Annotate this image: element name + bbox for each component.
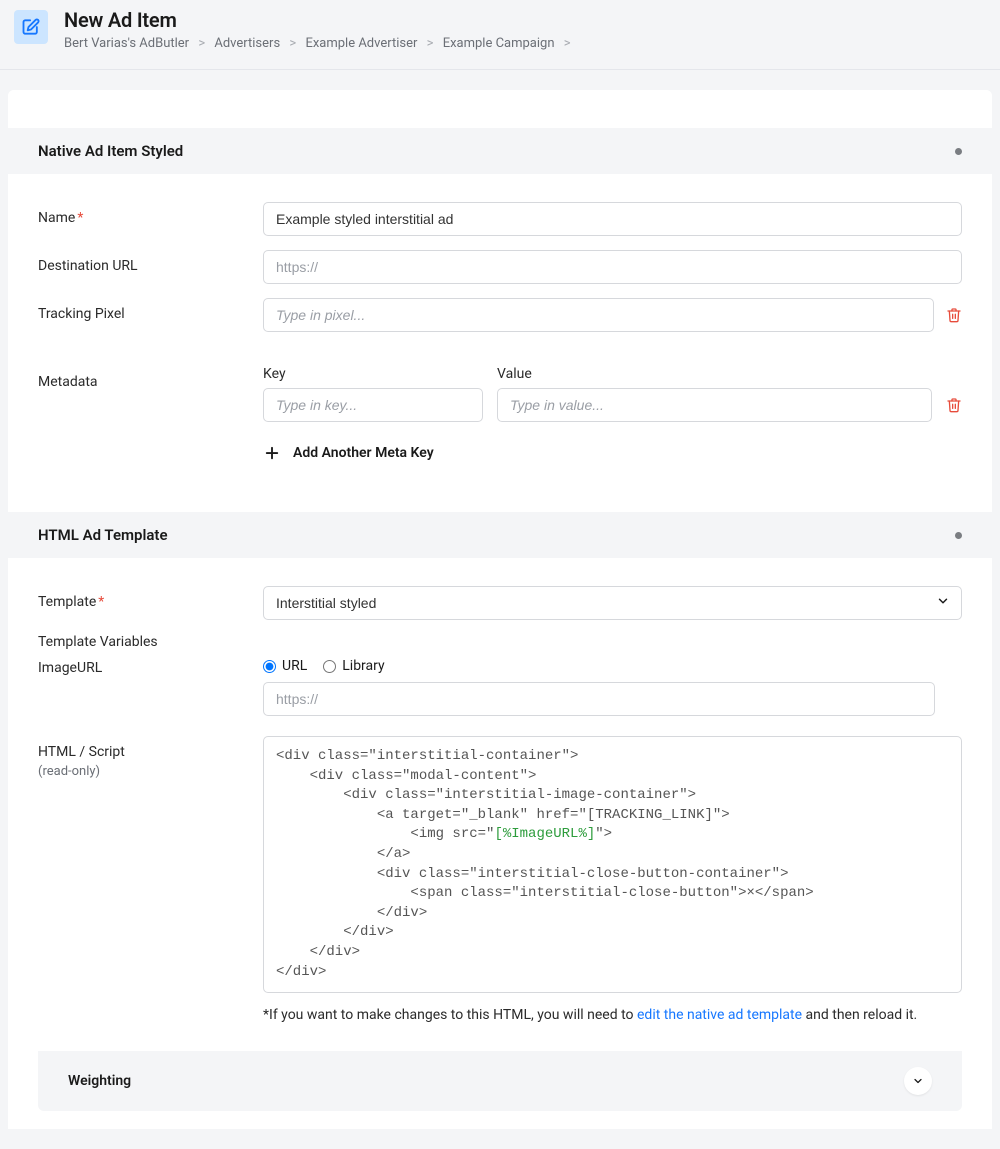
metadata-value-input[interactable] bbox=[497, 388, 932, 422]
section-title: Weighting bbox=[68, 1073, 131, 1089]
section-body-native: Name* Destination URL Tracking Pixel bbox=[8, 174, 992, 512]
destination-url-input[interactable] bbox=[263, 250, 962, 284]
code-highlight: [%ImageURL%] bbox=[494, 826, 595, 842]
add-meta-button[interactable]: Add Another Meta Key bbox=[263, 444, 434, 462]
chevron-right-icon: > bbox=[427, 36, 434, 51]
chevron-right-icon: > bbox=[198, 36, 205, 51]
required-indicator: * bbox=[77, 210, 83, 226]
status-dot-icon bbox=[955, 532, 962, 539]
section-title: HTML Ad Template bbox=[38, 526, 168, 544]
status-dot-icon bbox=[955, 148, 962, 155]
breadcrumb: Bert Varias's AdButler > Advertisers > E… bbox=[64, 36, 577, 51]
page-header: New Ad Item Bert Varias's AdButler > Adv… bbox=[0, 0, 1000, 70]
section-title: Native Ad Item Styled bbox=[38, 142, 183, 160]
breadcrumb-item[interactable]: Bert Varias's AdButler bbox=[64, 36, 189, 51]
required-indicator: * bbox=[98, 594, 104, 610]
trash-icon[interactable] bbox=[946, 307, 962, 323]
breadcrumb-item[interactable]: Example Advertiser bbox=[305, 36, 417, 51]
imageurl-input[interactable] bbox=[263, 682, 935, 716]
page-title: New Ad Item bbox=[64, 8, 577, 32]
imageurl-label: ImageURL bbox=[38, 658, 263, 676]
template-select[interactable] bbox=[263, 586, 962, 620]
imageurl-radio-url[interactable] bbox=[263, 660, 276, 673]
html-code-readonly: <div class="interstitial-container"> <di… bbox=[263, 736, 962, 993]
html-script-label: HTML / Script bbox=[38, 744, 263, 760]
template-label: Template bbox=[38, 594, 96, 610]
imageurl-radio-library-label: Library bbox=[342, 658, 384, 674]
metadata-key-input[interactable] bbox=[263, 388, 483, 422]
code-post: "> </a> <div class="interstitial-close-b… bbox=[276, 826, 814, 979]
breadcrumb-item[interactable]: Advertisers bbox=[214, 36, 280, 51]
destination-url-label: Destination URL bbox=[38, 250, 263, 274]
html-script-sublabel: (read-only) bbox=[38, 764, 263, 779]
section-body-template: Template* Template Variables ImageURL UR… bbox=[8, 558, 992, 1051]
section-header-weighting[interactable]: Weighting bbox=[38, 1051, 962, 1111]
trash-icon[interactable] bbox=[946, 397, 962, 413]
imageurl-radio-url-label: URL bbox=[282, 658, 307, 674]
metadata-value-header: Value bbox=[497, 366, 932, 382]
chevron-right-icon: > bbox=[289, 36, 296, 51]
chevron-right-icon: > bbox=[564, 36, 571, 51]
tracking-pixel-label: Tracking Pixel bbox=[38, 298, 263, 322]
template-note: *If you want to make changes to this HTM… bbox=[263, 1007, 962, 1023]
expand-button[interactable] bbox=[904, 1067, 932, 1095]
add-meta-label: Add Another Meta Key bbox=[293, 445, 434, 461]
tracking-pixel-input[interactable] bbox=[263, 298, 934, 332]
name-label: Name bbox=[38, 210, 75, 226]
template-variables-label: Template Variables bbox=[38, 634, 962, 650]
card-top-spacer bbox=[8, 90, 992, 128]
metadata-label: Metadata bbox=[38, 366, 263, 390]
edit-icon bbox=[14, 10, 48, 44]
metadata-key-header: Key bbox=[263, 366, 483, 382]
section-header-template[interactable]: HTML Ad Template bbox=[8, 512, 992, 558]
breadcrumb-item[interactable]: Example Campaign bbox=[443, 36, 555, 51]
name-input[interactable] bbox=[263, 202, 962, 236]
section-header-native[interactable]: Native Ad Item Styled bbox=[8, 128, 992, 174]
imageurl-radio-library[interactable] bbox=[323, 660, 336, 673]
edit-template-link[interactable]: edit the native ad template bbox=[637, 1007, 802, 1023]
